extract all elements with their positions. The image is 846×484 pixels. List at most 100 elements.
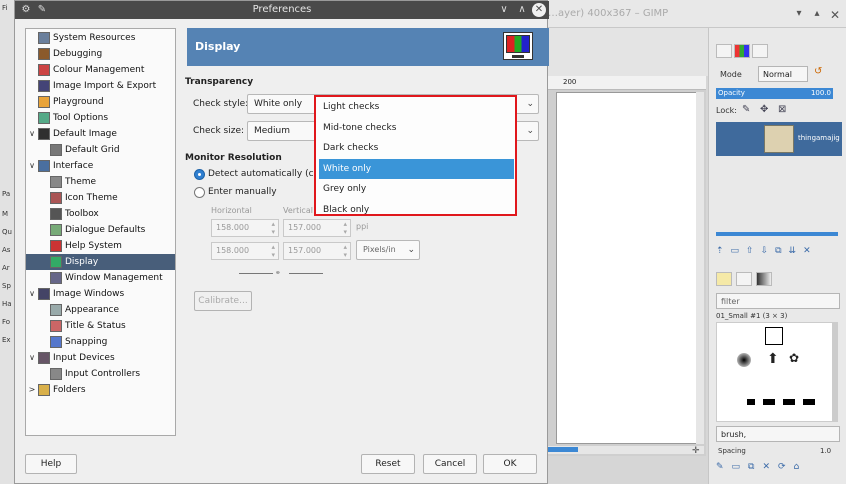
tree-item-folders[interactable]: > Folders xyxy=(26,382,175,398)
gimp-maximize-icon[interactable]: ▴ xyxy=(810,8,824,22)
gimp-close-icon[interactable]: ✕ xyxy=(828,8,842,22)
tree-item-debugging[interactable]: Debugging xyxy=(26,46,175,62)
tree-item-help-system[interactable]: Help System xyxy=(26,238,175,254)
calibrate-button[interactable]: Calibrate... xyxy=(194,291,252,311)
vertical-pixels-spin[interactable]: 157.000 ▴ ▾ xyxy=(283,242,351,260)
tree-item-image-windows[interactable]: ∨ Image Windows xyxy=(26,286,175,302)
layers-tab-icon[interactable] xyxy=(716,44,732,58)
lock-alpha-icon[interactable]: ⊠ xyxy=(778,104,790,116)
dropdown-option[interactable]: Dark checks xyxy=(319,138,514,158)
maximize-icon[interactable]: ∧ xyxy=(515,3,529,17)
brush-leaf-icon[interactable]: ✿ xyxy=(789,351,805,367)
opacity-slider[interactable]: Opacity 100.0 xyxy=(716,88,833,99)
enter-manually-radio[interactable] xyxy=(194,187,205,198)
spin-arrows-icon[interactable]: ▴ ▾ xyxy=(343,243,347,259)
toolbox-label[interactable]: Ha xyxy=(2,300,12,308)
tree-item-theme[interactable]: Theme xyxy=(26,174,175,190)
layer-name[interactable]: thingamajig xyxy=(798,134,840,142)
tree-item-appearance[interactable]: Appearance xyxy=(26,302,175,318)
tree-item-title-status[interactable]: Title & Status xyxy=(26,318,175,334)
brushes-actions[interactable]: ✎▭⧉✕⟳⌂ xyxy=(716,462,842,474)
brush-arrow-icon[interactable]: ⬆ xyxy=(767,351,783,367)
brushes-tab-icon[interactable] xyxy=(716,272,732,286)
gimp-canvas[interactable] xyxy=(556,92,698,444)
tree-item-input-controllers[interactable]: Input Controllers xyxy=(26,366,175,382)
reset-button[interactable]: Reset xyxy=(361,454,415,474)
preferences-category-tree[interactable]: System Resources Debugging Colour Manageme… xyxy=(25,28,176,436)
spin-arrows-icon[interactable]: ▴ ▾ xyxy=(343,220,347,236)
chevron-right-icon[interactable]: > xyxy=(27,382,37,398)
patterns-tab-icon[interactable] xyxy=(736,272,752,286)
chevron-down-icon[interactable]: ∨ xyxy=(27,158,37,174)
toolbox-label[interactable]: As xyxy=(2,246,10,254)
toolbox-label[interactable]: Ar xyxy=(2,264,10,272)
toolbox-label[interactable]: M xyxy=(2,210,8,218)
toolbox-label[interactable]: Fo xyxy=(2,318,10,326)
unit-select[interactable]: Pixels/in ⌄ xyxy=(356,240,420,260)
minimize-icon[interactable]: ∨ xyxy=(497,3,511,17)
ok-button[interactable]: OK xyxy=(483,454,537,474)
lock-position-icon[interactable]: ✥ xyxy=(760,104,772,116)
tree-item-system-resources[interactable]: System Resources xyxy=(26,30,175,46)
toolbox-label[interactable]: Qu xyxy=(2,228,12,236)
tree-item-snapping[interactable]: Snapping xyxy=(26,334,175,350)
help-button[interactable]: Help xyxy=(25,454,77,474)
cancel-button[interactable]: Cancel xyxy=(423,454,477,474)
scrollbar-thumb[interactable] xyxy=(548,447,578,452)
brush-grid[interactable]: ⬆ ✿ xyxy=(716,322,838,422)
tree-item-colour-management[interactable]: Colour Management xyxy=(26,62,175,78)
dropdown-option[interactable]: Mid-tone checks xyxy=(319,118,514,138)
brush-selected-cell[interactable] xyxy=(765,327,783,345)
chevron-down-icon[interactable]: ∨ xyxy=(27,286,37,302)
toolbox-label[interactable]: Sp xyxy=(2,282,11,290)
toolbox-label[interactable]: Ex xyxy=(2,336,11,344)
tree-item-window-management[interactable]: Window Management xyxy=(26,270,175,286)
tree-item-default-image[interactable]: ∨ Default Image xyxy=(26,126,175,142)
chevron-down-icon[interactable]: ∨ xyxy=(27,126,37,142)
spin-arrows-icon[interactable]: ▴ ▾ xyxy=(271,243,275,259)
navigate-icon[interactable]: ✛ xyxy=(692,446,704,456)
spin-arrows-icon[interactable]: ▴ ▾ xyxy=(271,220,275,236)
lock-pixels-icon[interactable]: ✎ xyxy=(742,104,754,116)
paths-tab-icon[interactable] xyxy=(752,44,768,58)
toolbox-label[interactable]: Pa xyxy=(2,190,10,198)
gimp-horizontal-scrollbar[interactable] xyxy=(548,446,704,454)
layers-actions[interactable]: ⇡▭⇧⇩⧉⇊✕ xyxy=(716,246,842,258)
detect-automatically-label[interactable]: Detect automatically (curr xyxy=(208,169,327,179)
vertical-resolution-spin[interactable]: 157.000 ▴ ▾ xyxy=(283,219,351,237)
brush-tag-input[interactable]: brush, xyxy=(716,426,840,442)
gradients-tab-icon[interactable] xyxy=(756,272,772,286)
mode-reset-icon[interactable]: ↺ xyxy=(814,66,836,82)
dropdown-option[interactable]: Black only xyxy=(319,200,514,220)
tree-item-image-import-export[interactable]: Image Import & Export xyxy=(26,78,175,94)
brush-filter-input[interactable]: filter xyxy=(716,293,840,309)
brush-scrollbar[interactable] xyxy=(832,322,838,422)
detect-automatically-radio[interactable] xyxy=(194,169,205,180)
tree-item-icon-theme[interactable]: Icon Theme xyxy=(26,190,175,206)
close-icon[interactable]: ✕ xyxy=(532,3,546,17)
brush-fuzzy-icon[interactable] xyxy=(737,353,751,367)
gimp-minimize-icon[interactable]: ▾ xyxy=(792,8,806,22)
check-style-dropdown-menu[interactable]: Light checks Mid-tone checks Dark checks Wh… xyxy=(314,95,517,216)
dropdown-option[interactable]: Grey only xyxy=(319,179,514,199)
tree-item-toolbox[interactable]: Toolbox xyxy=(26,206,175,222)
tree-item-tool-options[interactable]: Tool Options xyxy=(26,110,175,126)
chain-link-icon[interactable]: ⚭ xyxy=(239,269,323,277)
tree-item-input-devices[interactable]: ∨ Input Devices xyxy=(26,350,175,366)
horizontal-pixels-spin[interactable]: 158.000 ▴ ▾ xyxy=(211,242,279,260)
channels-tab-icon[interactable] xyxy=(734,44,750,58)
dropdown-option[interactable]: Light checks xyxy=(319,97,514,117)
brush-strip[interactable] xyxy=(747,399,827,405)
toolbox-label[interactable]: Fi xyxy=(2,4,7,12)
horizontal-resolution-spin[interactable]: 158.000 ▴ ▾ xyxy=(211,219,279,237)
tree-item-playground[interactable]: Playground xyxy=(26,94,175,110)
chevron-down-icon[interactable]: ∨ xyxy=(27,350,37,366)
tree-item-dialogue-defaults[interactable]: Dialogue Defaults xyxy=(26,222,175,238)
mode-select[interactable]: Normal xyxy=(758,66,808,82)
enter-manually-label[interactable]: Enter manually xyxy=(208,187,277,197)
tree-item-display[interactable]: Display xyxy=(26,254,175,270)
tree-item-interface[interactable]: ∨ Interface xyxy=(26,158,175,174)
tree-item-default-grid[interactable]: Default Grid xyxy=(26,142,175,158)
dropdown-option[interactable]: White only xyxy=(319,158,514,179)
layers-scroll[interactable] xyxy=(716,232,838,236)
